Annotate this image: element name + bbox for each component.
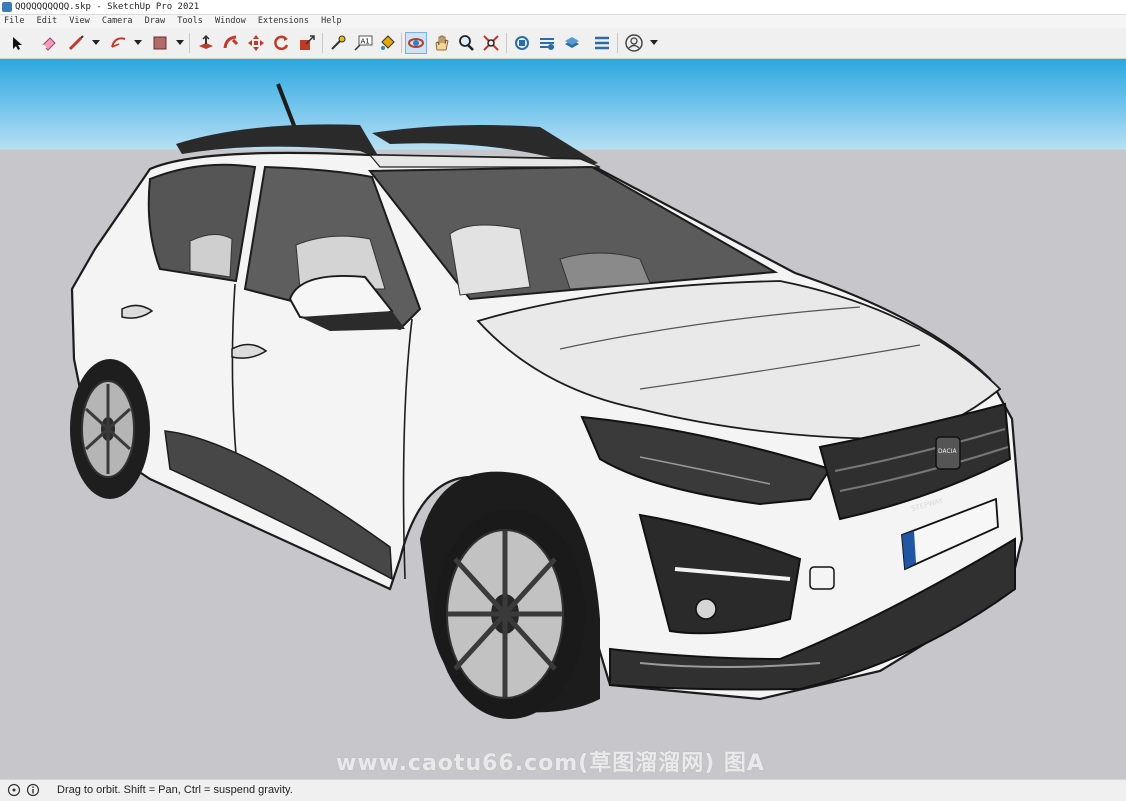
window-title: QQQQQQQQQQ.skp - SketchUp Pro 2021: [15, 2, 200, 12]
zoom-tool-icon[interactable]: [455, 32, 477, 54]
car-model[interactable]: DACIA STEPWAY: [0, 59, 1126, 779]
arc-tool-dropdown-icon[interactable]: [134, 32, 142, 54]
front-seat: [449, 224, 531, 296]
account-icon[interactable]: [623, 32, 645, 54]
line-tool-icon[interactable]: [65, 32, 87, 54]
menu-bar: File Edit View Camera Draw Tools Window …: [0, 15, 1126, 28]
main-toolbar: A1: [0, 29, 1126, 59]
menu-help[interactable]: Help: [321, 16, 341, 26]
menu-camera[interactable]: Camera: [102, 16, 133, 26]
menu-file[interactable]: File: [4, 16, 24, 26]
menu-view[interactable]: View: [69, 16, 89, 26]
watermark: www.caotu66.com(草图溜溜网) 图A: [336, 751, 765, 776]
eraser-tool-icon[interactable]: [38, 32, 60, 54]
follow-me-tool-icon[interactable]: [220, 32, 242, 54]
layout-icon[interactable]: [561, 32, 583, 54]
3d-viewport[interactable]: DACIA STEPWAY www.caotu66.com(草图溜溜网) 图A: [0, 59, 1126, 779]
extension-manager-icon[interactable]: [591, 32, 613, 54]
menu-tools[interactable]: Tools: [177, 16, 203, 26]
dashboard: [559, 252, 651, 290]
brand-badge-text: DACIA: [938, 448, 957, 455]
line-tool-dropdown-icon[interactable]: [92, 32, 100, 54]
menu-extensions[interactable]: Extensions: [258, 16, 309, 26]
menu-edit[interactable]: Edit: [37, 16, 57, 26]
fog-lamp: [695, 598, 717, 620]
title-bar: QQQQQQQQQQ.skp - SketchUp Pro 2021: [0, 0, 1126, 15]
scale-tool-icon[interactable]: [296, 32, 318, 54]
toolbar-separator: [506, 33, 507, 53]
text-tool-label: A1: [361, 38, 370, 46]
menu-draw[interactable]: Draw: [145, 16, 165, 26]
info-icon[interactable]: [26, 783, 40, 797]
paint-bucket-tool-icon[interactable]: [376, 32, 398, 54]
text-tool-icon[interactable]: A1: [352, 32, 374, 54]
rear-seat: [189, 234, 233, 278]
rectangle-tool-dropdown-icon[interactable]: [176, 32, 184, 54]
toolbar-separator: [617, 33, 618, 53]
status-bar: Drag to orbit. Shift = Pan, Ctrl = suspe…: [0, 779, 1126, 801]
select-tool-icon[interactable]: [6, 32, 28, 54]
menu-window[interactable]: Window: [215, 16, 246, 26]
tape-measure-tool-icon[interactable]: [327, 32, 349, 54]
sketchup-app-icon: [2, 2, 12, 12]
toolbar-separator: [189, 33, 190, 53]
extension-warehouse-icon[interactable]: [536, 32, 558, 54]
arc-tool-icon[interactable]: [107, 32, 129, 54]
status-message: Drag to orbit. Shift = Pan, Ctrl = suspe…: [57, 784, 293, 796]
account-dropdown-icon[interactable]: [650, 32, 658, 54]
move-tool-icon[interactable]: [245, 32, 267, 54]
rectangle-tool-icon[interactable]: [149, 32, 171, 54]
toolbar-separator: [401, 33, 402, 53]
rotate-tool-icon[interactable]: [270, 32, 292, 54]
geo-location-icon[interactable]: [7, 783, 21, 797]
warehouse-icon[interactable]: [511, 32, 533, 54]
orbit-tool-icon[interactable]: [405, 32, 427, 54]
zoom-extents-tool-icon[interactable]: [480, 32, 502, 54]
pan-tool-icon[interactable]: [430, 32, 452, 54]
push-pull-tool-icon[interactable]: [195, 32, 217, 54]
toolbar-separator: [322, 33, 323, 53]
